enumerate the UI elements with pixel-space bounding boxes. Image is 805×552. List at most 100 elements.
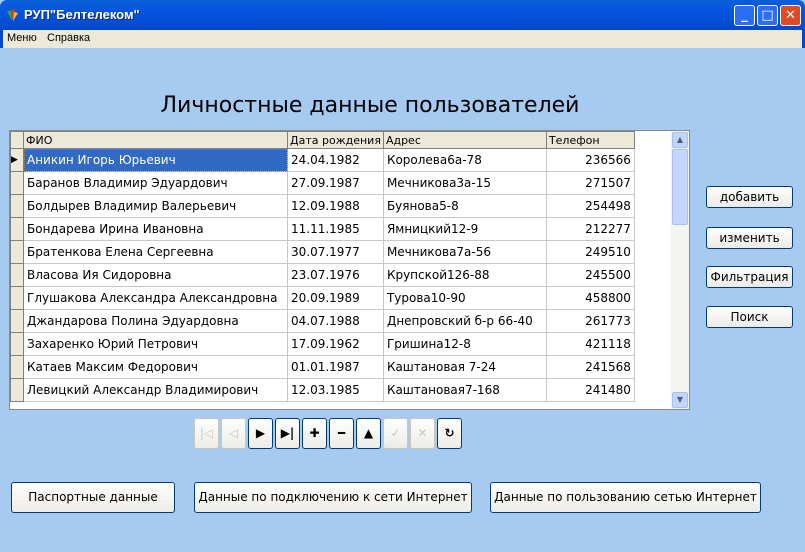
nav-refresh-button[interactable]: ↻: [437, 418, 462, 449]
nav-insert-icon: ✚: [309, 426, 320, 440]
cell-phone[interactable]: 245500: [545, 263, 635, 287]
row-indicator[interactable]: [10, 355, 24, 379]
filter-button[interactable]: Фильтрация: [706, 266, 793, 288]
cell-fio[interactable]: Баранов Владимир Эдуардович: [23, 171, 288, 195]
menu-item-help[interactable]: Справка: [47, 32, 90, 44]
row-indicator[interactable]: [10, 309, 24, 333]
cell-address[interactable]: Гришина12-8: [382, 332, 547, 356]
minimize-button[interactable]: _: [734, 5, 755, 26]
table-row[interactable]: Джандарова Полина Эдуардовна 04.07.1988 Дн…: [10, 309, 635, 333]
row-indicator[interactable]: [10, 240, 24, 264]
cell-birthdate[interactable]: 30.07.1977: [287, 240, 384, 264]
table-row[interactable]: Власова Ия Сидоровна 23.07.1976 Крупской12…: [10, 263, 635, 287]
connection-data-button[interactable]: Данные по подключению к сети Интернет: [194, 482, 472, 513]
scroll-up-icon[interactable]: ▲: [672, 132, 688, 148]
nav-last-button[interactable]: ▶|: [275, 418, 300, 449]
row-indicator[interactable]: [10, 194, 24, 218]
table-row[interactable]: Катаев Максим Федорович 01.01.1987 Каштано…: [10, 355, 635, 379]
cell-birthdate[interactable]: 27.09.1987: [287, 171, 384, 195]
scroll-down-icon[interactable]: ▼: [672, 392, 688, 408]
cell-phone[interactable]: 254498: [545, 194, 635, 218]
cell-birthdate[interactable]: 20.09.1989: [287, 286, 384, 310]
table-row[interactable]: ▶ Аникин Игорь Юрьевич 24.04.1982 Королева6…: [10, 148, 635, 172]
add-button[interactable]: добавить: [706, 186, 793, 208]
cell-fio[interactable]: Катаев Максим Федорович: [23, 355, 288, 379]
table-row[interactable]: Захаренко Юрий Петрович 17.09.1962 Гришина…: [10, 332, 635, 356]
row-indicator[interactable]: [10, 378, 24, 402]
cell-address[interactable]: Ямницкий12-9: [382, 217, 547, 241]
cell-address[interactable]: Мечникова7а-56: [382, 240, 547, 264]
cell-address[interactable]: Каштановая7-168: [382, 378, 547, 402]
cell-fio[interactable]: Глушакова Александра Александровна: [23, 286, 288, 310]
row-indicator[interactable]: [10, 217, 24, 241]
cell-phone[interactable]: 261773: [545, 309, 635, 333]
cell-address[interactable]: Каштановая 7-24: [382, 355, 547, 379]
maximize-button[interactable]: □: [757, 5, 778, 26]
nav-edit-button[interactable]: ▲: [356, 418, 381, 449]
nav-cancel-button[interactable]: ✕: [410, 418, 435, 449]
nav-first-button[interactable]: |◁: [194, 418, 219, 449]
cell-phone[interactable]: 241480: [545, 378, 635, 402]
cell-phone[interactable]: 421118: [545, 332, 635, 356]
cell-fio[interactable]: Власова Ия Сидоровна: [23, 263, 288, 287]
vertical-scrollbar[interactable]: ▲ ▼: [671, 131, 689, 409]
cell-phone[interactable]: 241568: [545, 355, 635, 379]
search-button[interactable]: Поиск: [706, 306, 793, 328]
cell-address[interactable]: Турова10-90: [382, 286, 547, 310]
cell-birthdate[interactable]: 12.03.1985: [287, 378, 384, 402]
cell-birthdate[interactable]: 04.07.1988: [287, 309, 384, 333]
cell-fio[interactable]: Джандарова Полина Эдуардовна: [23, 309, 288, 333]
nav-prior-button[interactable]: ◁: [221, 418, 246, 449]
usage-data-button[interactable]: Данные по пользованию сетью Интернет: [490, 482, 761, 513]
cell-fio[interactable]: Захаренко Юрий Петрович: [23, 332, 288, 356]
table-row[interactable]: Глушакова Александра Александровна 20.09.…: [10, 286, 635, 310]
table-row[interactable]: Баранов Владимир Эдуардович 27.09.1987 Меч…: [10, 171, 635, 195]
cell-address[interactable]: Буянова5-8: [382, 194, 547, 218]
cell-birthdate[interactable]: 01.01.1987: [287, 355, 384, 379]
cell-phone[interactable]: 236566: [545, 148, 635, 172]
cell-birthdate[interactable]: 23.07.1976: [287, 263, 384, 287]
cell-phone[interactable]: 271507: [545, 171, 635, 195]
column-header-fio[interactable]: ФИО: [23, 131, 288, 149]
row-indicator[interactable]: [10, 171, 24, 195]
cell-fio[interactable]: Аникин Игорь Юрьевич: [23, 148, 288, 172]
cell-fio[interactable]: Левицкий Александр Владимирович: [23, 378, 288, 402]
nav-insert-button[interactable]: ✚: [302, 418, 327, 449]
edit-button[interactable]: изменить: [706, 227, 793, 249]
cell-phone[interactable]: 458800: [545, 286, 635, 310]
table-row[interactable]: Братенкова Елена Сергеевна 30.07.1977 Мечн…: [10, 240, 635, 264]
nav-delete-button[interactable]: ━: [329, 418, 354, 449]
indicator-header: [10, 131, 24, 149]
cell-birthdate[interactable]: 11.11.1985: [287, 217, 384, 241]
close-button[interactable]: ✕: [780, 5, 801, 26]
column-header-phone[interactable]: Телефон: [545, 131, 635, 149]
cell-address[interactable]: Мечникова3а-15: [382, 171, 547, 195]
row-indicator[interactable]: [10, 332, 24, 356]
scroll-thumb[interactable]: [672, 149, 688, 225]
cell-fio[interactable]: Болдырев Владимир Валерьевич: [23, 194, 288, 218]
cell-address[interactable]: Крупской126-88: [382, 263, 547, 287]
nav-post-button[interactable]: ✓: [383, 418, 408, 449]
table-row[interactable]: Бондарева Ирина Ивановна 11.11.1985 Ямницк…: [10, 217, 635, 241]
table-row[interactable]: Болдырев Владимир Валерьевич 12.09.1988 Бу…: [10, 194, 635, 218]
column-header-address[interactable]: Адрес: [382, 131, 547, 149]
cell-birthdate[interactable]: 24.04.1982: [287, 148, 384, 172]
cell-fio[interactable]: Братенкова Елена Сергеевна: [23, 240, 288, 264]
row-indicator[interactable]: [10, 286, 24, 310]
nav-prior-icon: ◁: [228, 426, 239, 440]
cell-phone[interactable]: 212277: [545, 217, 635, 241]
passport-data-button[interactable]: Паспортные данные: [11, 482, 175, 513]
cell-address[interactable]: Королева6а-78: [382, 148, 547, 172]
users-grid[interactable]: ФИО Дата рождения Адрес Телефон ▶ Аникин …: [9, 130, 690, 410]
cell-birthdate[interactable]: 17.09.1962: [287, 332, 384, 356]
table-row[interactable]: Левицкий Александр Владимирович 12.03.198…: [10, 378, 635, 402]
row-pointer-icon[interactable]: ▶: [10, 148, 24, 172]
nav-next-button[interactable]: ▶: [248, 418, 273, 449]
row-indicator[interactable]: [10, 263, 24, 287]
cell-fio[interactable]: Бондарева Ирина Ивановна: [23, 217, 288, 241]
cell-address[interactable]: Днепровский б-р 66-40: [382, 309, 547, 333]
column-header-birthdate[interactable]: Дата рождения: [287, 131, 384, 149]
cell-phone[interactable]: 249510: [545, 240, 635, 264]
menu-item-menu[interactable]: Меню: [7, 32, 37, 44]
cell-birthdate[interactable]: 12.09.1988: [287, 194, 384, 218]
